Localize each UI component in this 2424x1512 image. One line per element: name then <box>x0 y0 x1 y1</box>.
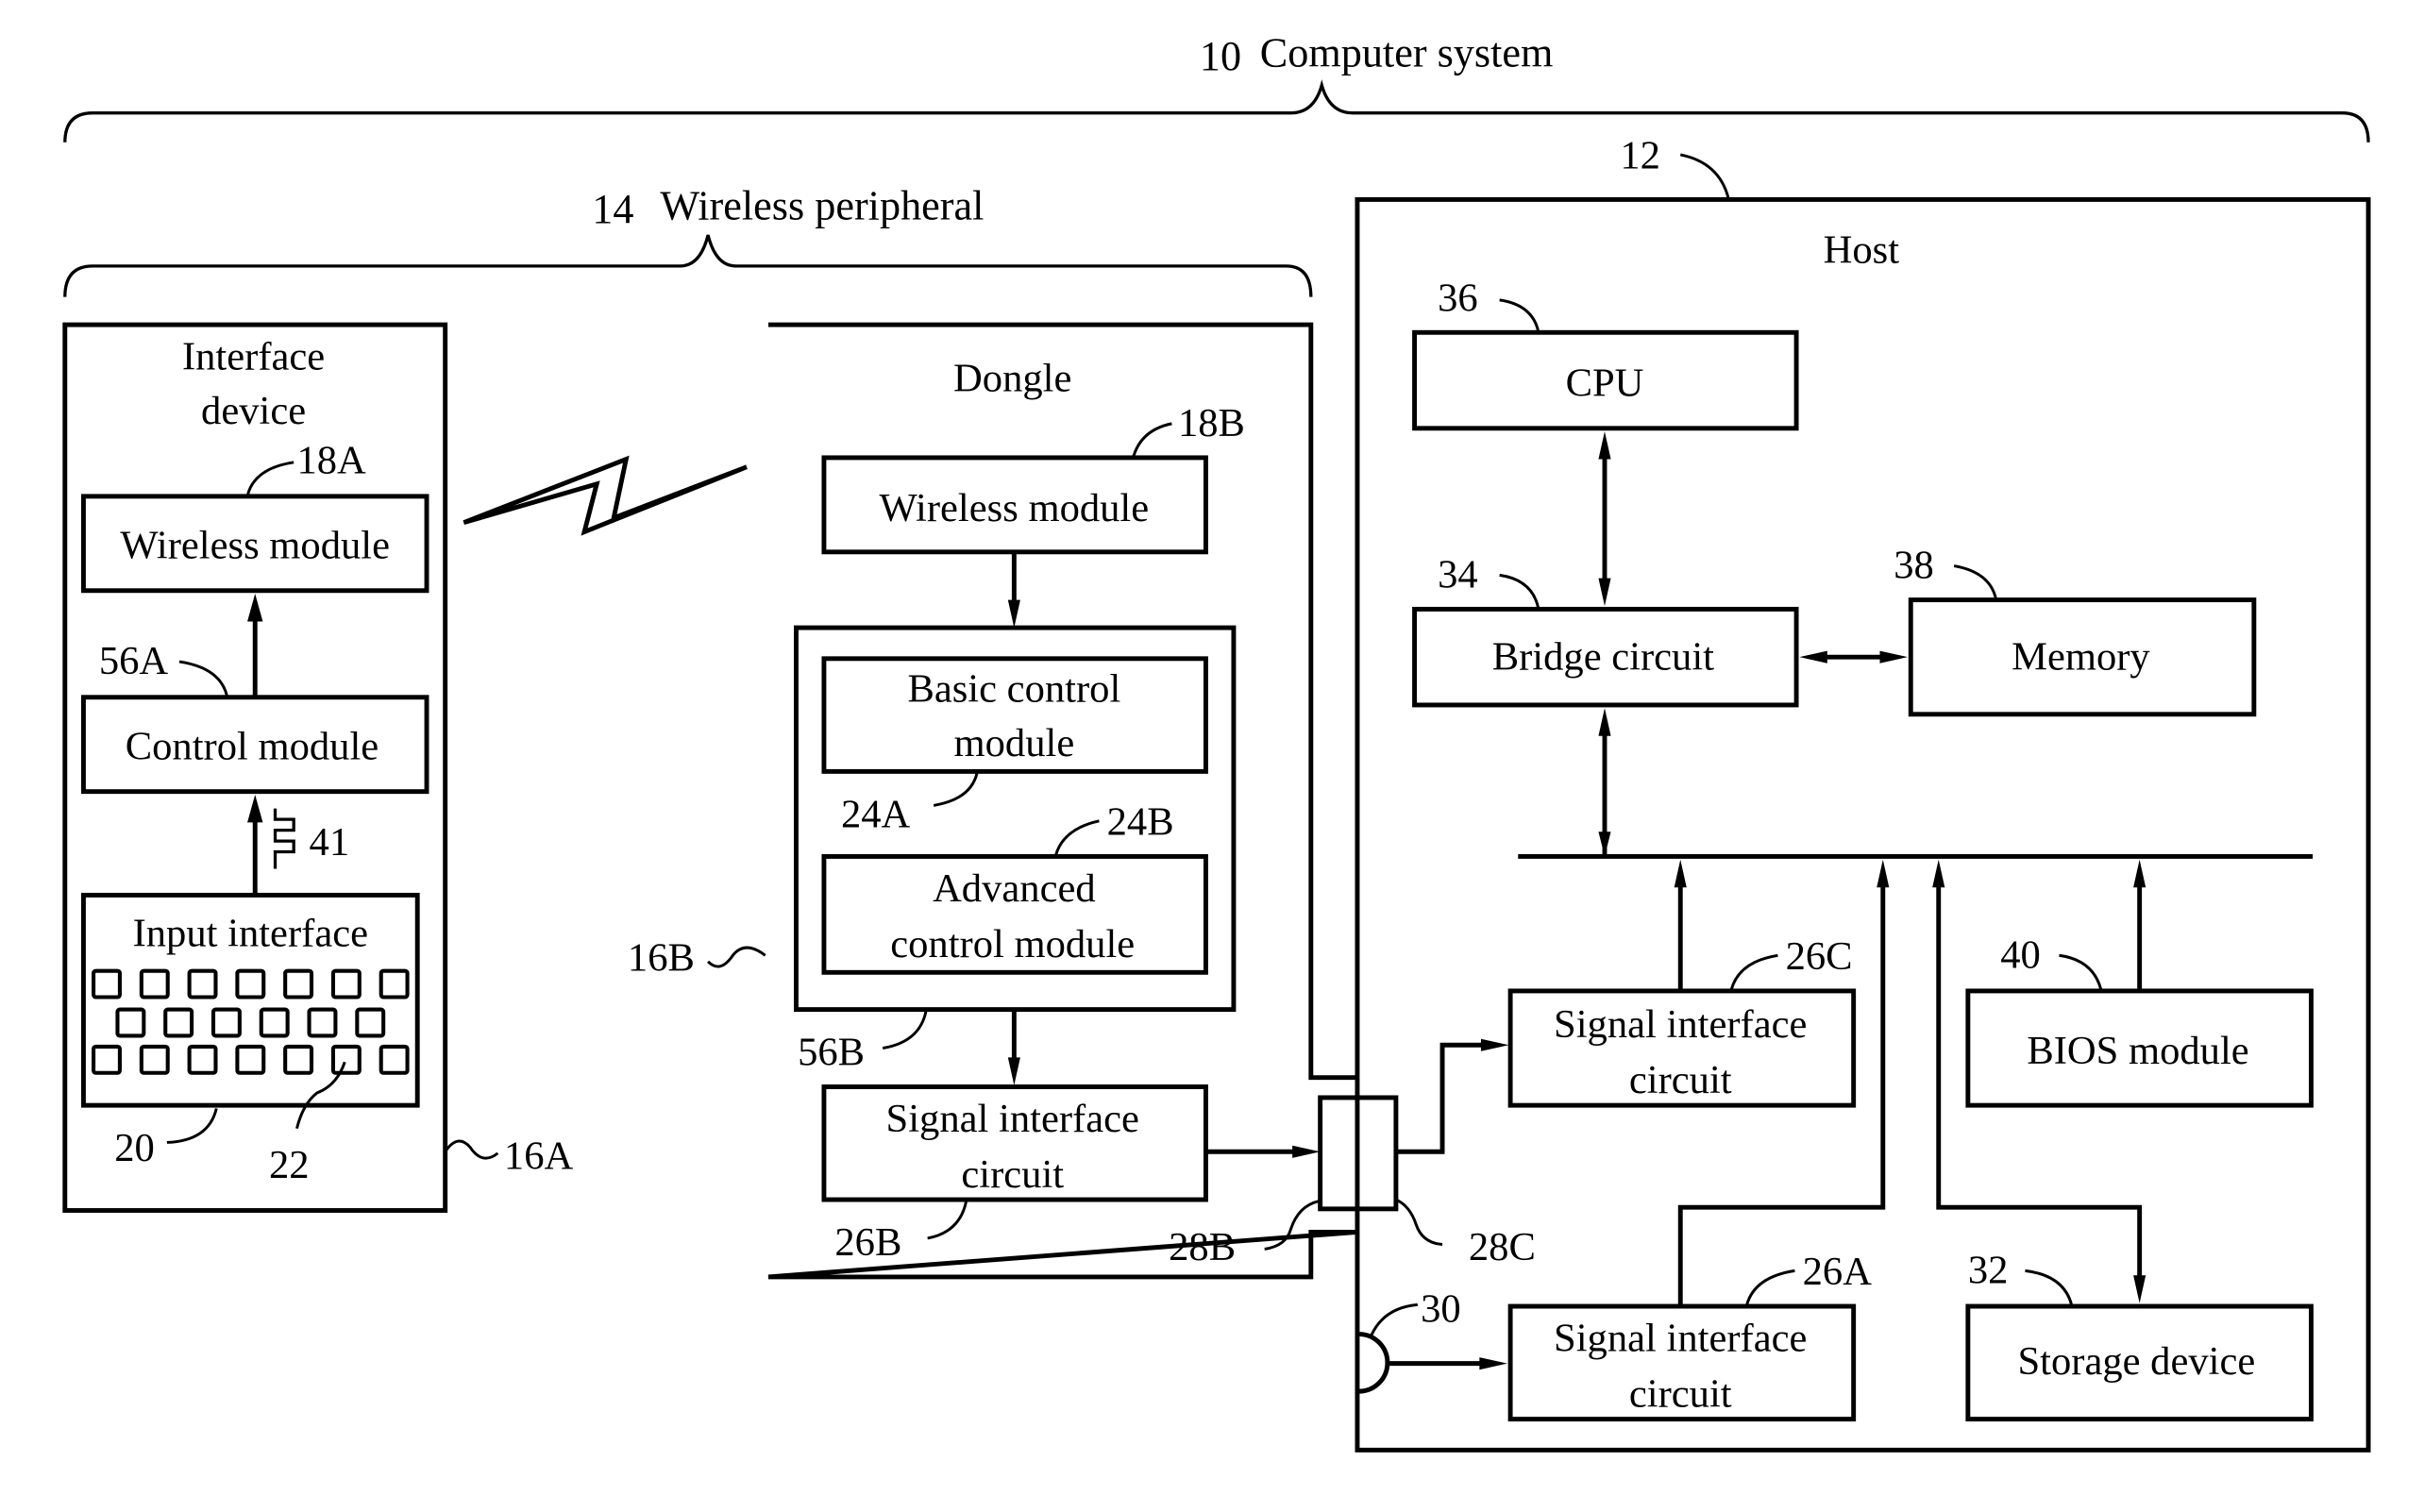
signal-interface-a-ref: 26A <box>1803 1250 1873 1294</box>
wireless-module-a-label: Wireless module <box>120 523 390 567</box>
dongle-title: Dongle <box>953 356 1071 400</box>
memory-ref: 38 <box>1894 544 1934 588</box>
connector-b-ref: 28B <box>1169 1225 1236 1269</box>
bridge-circuit-ref: 34 <box>1438 552 1478 596</box>
keyboard-key <box>330 968 362 1000</box>
storage-device-ref: 32 <box>1968 1248 2009 1292</box>
keyboard-key <box>307 1007 338 1038</box>
keyboard-key <box>379 968 410 1000</box>
interface-device-title-1: Interface <box>182 335 325 379</box>
keyboard-key <box>355 1007 386 1038</box>
keyboard-key <box>330 1044 362 1075</box>
control-module-a-label: Control module <box>126 724 379 768</box>
cpu-label: CPU <box>1566 361 1644 405</box>
control-group-ref: 56B <box>798 1031 865 1075</box>
keyboard-icon <box>92 968 410 1075</box>
host-ref: 12 <box>1620 134 1660 178</box>
wireless-peripheral-brace <box>63 234 1313 297</box>
keyboard-key <box>115 1007 146 1038</box>
keyboard-key <box>139 1044 170 1075</box>
advanced-control-label-2: control module <box>890 922 1135 966</box>
port-icon <box>1358 1332 1390 1394</box>
wireless-module-b-label: Wireless module <box>880 486 1150 530</box>
computer-system-label: Computer system <box>1260 30 1554 76</box>
bios-module-label: BIOS module <box>2027 1029 2248 1073</box>
control-module-a-ref: 56A <box>99 639 169 683</box>
computer-system-brace <box>63 79 2370 143</box>
advanced-control-label-1: Advanced <box>933 866 1096 911</box>
signal-interface-c-ref: 26C <box>1786 934 1853 979</box>
wireless-module-b-ref: 18B <box>1178 401 1245 445</box>
block-diagram: 10 Computer system 14 Wireless periphera… <box>62 30 2371 1453</box>
keyboard-key <box>92 1044 122 1075</box>
keyboard-key <box>92 968 122 1000</box>
key-ref: 22 <box>269 1143 310 1187</box>
keyboard-key <box>235 1044 266 1075</box>
interface-device-title-2: device <box>201 389 306 433</box>
basic-control-label-2: module <box>954 721 1075 765</box>
cpu-ref: 36 <box>1438 276 1478 320</box>
keyboard-key <box>163 1007 194 1038</box>
signal-interface-b-label-2: circuit <box>961 1152 1064 1197</box>
computer-system-ref: 10 <box>1200 33 1241 79</box>
dongle: Dongle Wireless module 18B Basic control… <box>628 322 1358 1280</box>
signal-interface-a-label-2: circuit <box>1629 1371 1732 1416</box>
basic-control-ref: 24A <box>841 792 911 836</box>
advanced-control-ref: 24B <box>1107 800 1174 845</box>
keyboard-key <box>379 1044 410 1075</box>
interface-device: Interface device Wireless module 18A Con… <box>62 322 574 1213</box>
keyboard-key <box>283 968 314 1000</box>
keyboard-key <box>187 968 218 1000</box>
signal-interface-b-label-1: Signal interface <box>886 1097 1139 1141</box>
keyboard-key <box>187 1044 218 1075</box>
bridge-circuit-label: Bridge circuit <box>1492 634 1714 679</box>
signal-ref: 41 <box>310 820 350 865</box>
signal-interface-a-label-1: Signal interface <box>1554 1317 1807 1361</box>
keyboard-key <box>235 968 266 1000</box>
memory-label: Memory <box>2012 634 2150 679</box>
keyboard-key <box>259 1007 290 1038</box>
signal-interface-b-ref: 26B <box>834 1220 901 1265</box>
wireless-link-icon <box>463 455 748 536</box>
input-interface-label: Input interface <box>133 911 368 955</box>
host-title: Host <box>1824 228 1900 273</box>
port-ref: 30 <box>1421 1286 1461 1331</box>
signal-waveform-icon <box>273 808 295 869</box>
wireless-module-a-ref: 18A <box>296 438 366 482</box>
wireless-peripheral-ref: 14 <box>592 186 633 232</box>
connector-c-ref: 28C <box>1469 1225 1536 1269</box>
signal-interface-c-label-1: Signal interface <box>1554 1002 1807 1047</box>
basic-control-label-1: Basic control <box>907 667 1120 712</box>
input-interface-ref: 20 <box>114 1126 155 1170</box>
bios-module-ref: 40 <box>2000 932 2041 977</box>
keyboard-key <box>283 1044 314 1075</box>
keyboard-key <box>210 1007 242 1038</box>
signal-interface-c-label-2: circuit <box>1629 1058 1732 1102</box>
dongle-ref: 16B <box>628 936 695 981</box>
keyboard-key <box>139 968 170 1000</box>
wireless-peripheral-label: Wireless peripheral <box>660 183 984 229</box>
storage-device-label: Storage device <box>2017 1339 2255 1384</box>
interface-device-ref: 16A <box>504 1134 574 1178</box>
